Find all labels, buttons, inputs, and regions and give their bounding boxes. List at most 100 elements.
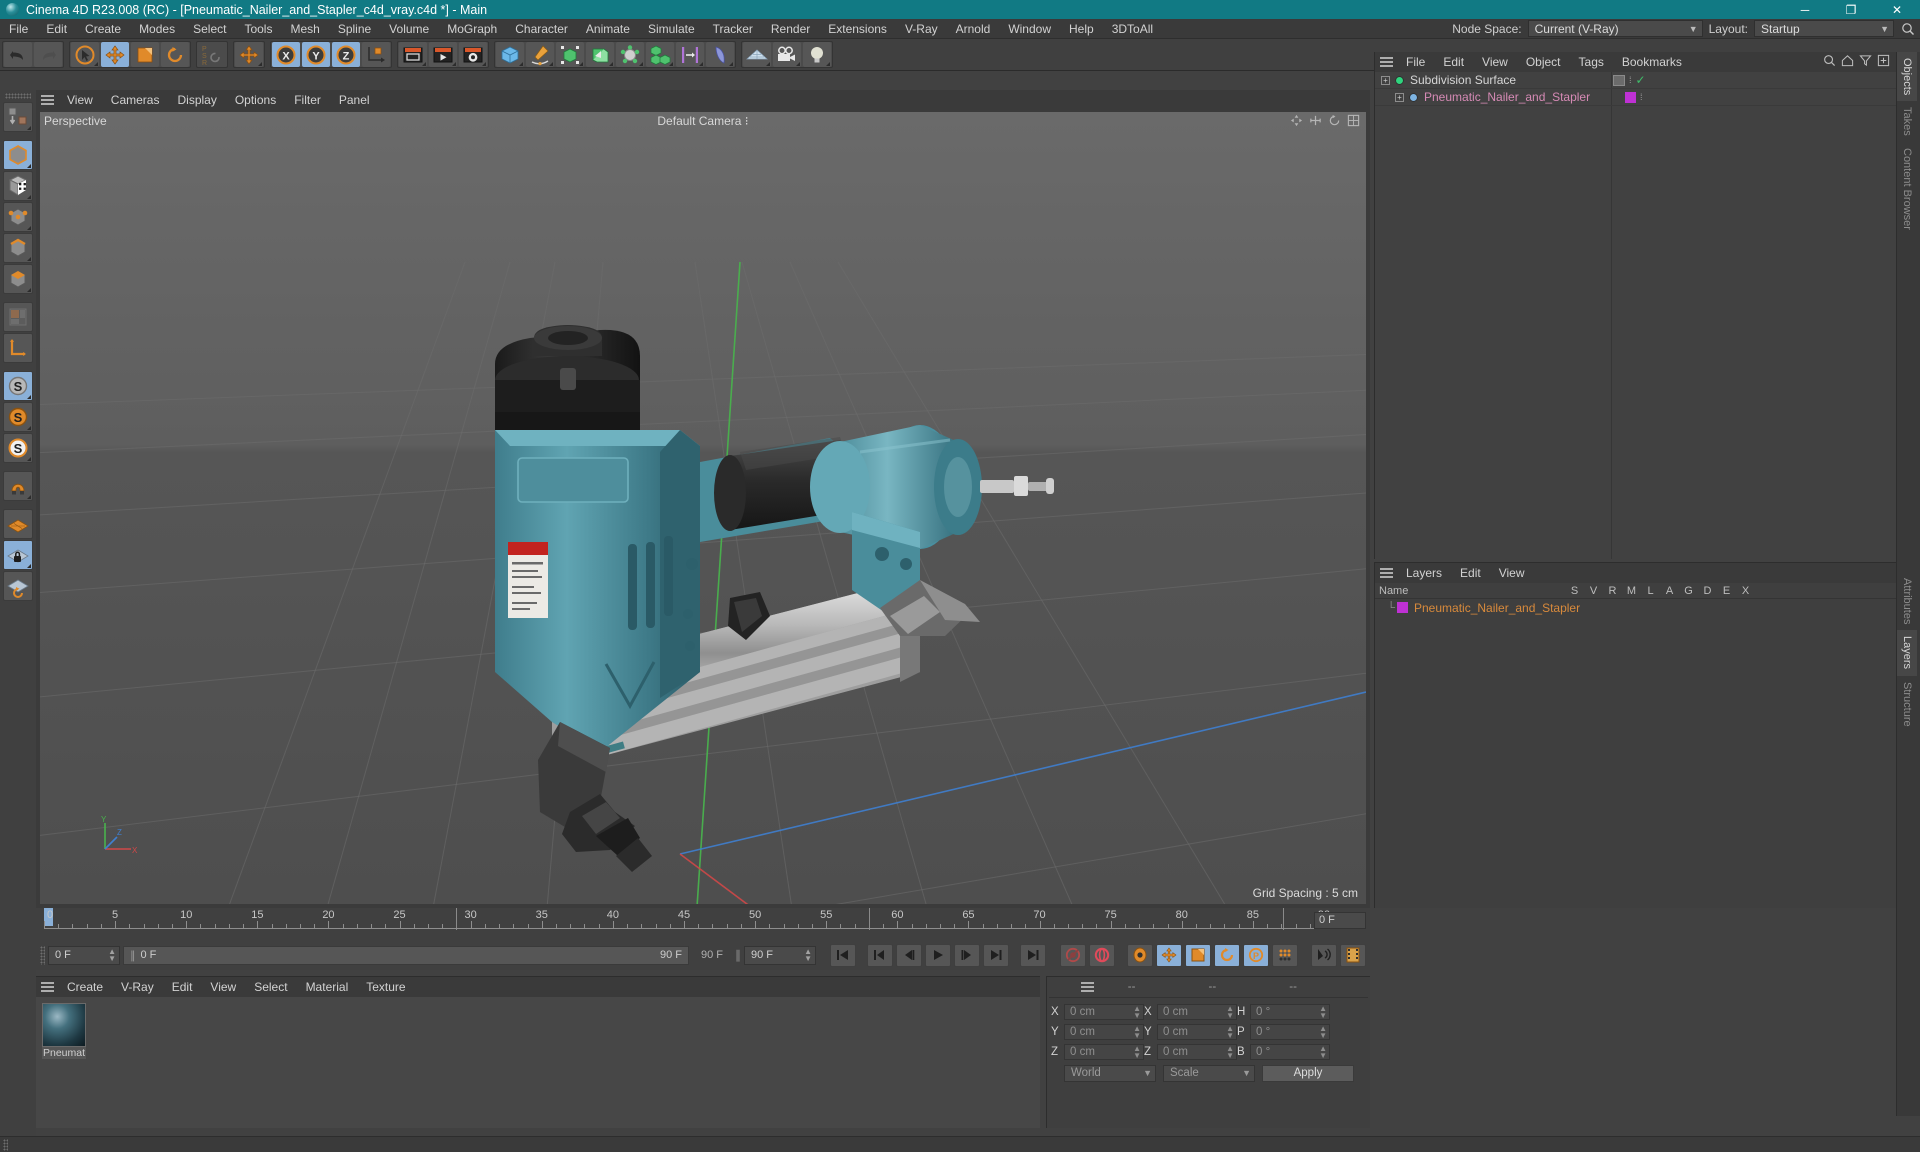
object-menu-bookmarks[interactable]: Bookmarks [1613,52,1691,72]
viewport-menu-filter[interactable]: Filter [285,90,330,110]
material-item[interactable]: Pneumat [42,1003,86,1059]
material-menu-create[interactable]: Create [58,977,112,997]
enable-axis-button[interactable] [235,42,263,67]
range-grip-left-icon[interactable]: ∥ [130,949,136,962]
menu-render[interactable]: Render [762,19,819,39]
snap-quantize-button[interactable]: S [3,402,33,432]
layer-menu-layers[interactable]: Layers [1397,563,1451,583]
render-to-picture-viewer-button[interactable] [429,42,457,67]
menu-tracker[interactable]: Tracker [704,19,762,39]
dock-tab-objects[interactable]: Objects [1897,52,1917,102]
add-layout-icon[interactable] [1877,54,1890,70]
maximize-button[interactable]: ❐ [1828,0,1874,19]
menu-arnold[interactable]: Arnold [947,19,1000,39]
lock-workplane-button[interactable] [3,540,33,570]
menu-volume[interactable]: Volume [380,19,438,39]
node-space-dropdown[interactable]: Current (V-Ray) ▼ [1527,20,1703,37]
lock-y-axis-button[interactable]: Y [302,42,330,67]
palette-grip[interactable] [5,93,31,99]
layer-color-swatch[interactable] [1397,602,1408,613]
object-menu-file[interactable]: File [1397,52,1434,72]
menu-animate[interactable]: Animate [577,19,639,39]
apply-button[interactable]: Apply [1262,1064,1354,1082]
menu-mograph[interactable]: MoGraph [438,19,506,39]
status-bar-grip[interactable] [3,1138,8,1151]
enabled-check-icon[interactable]: ✓ [1636,73,1646,87]
object-tree[interactable]: + Subdivision Surface ⁞ ✓ + Pneumatic_Nailer_… [1375,72,1896,559]
key-parameter-button[interactable]: P [1243,943,1269,967]
add-generator-button[interactable] [556,42,584,67]
points-mode-button[interactable] [3,202,33,232]
go-to-previous-key-button[interactable] [867,943,893,967]
viewport-menu-display[interactable]: Display [168,90,225,110]
menu-3dtoall[interactable]: 3DToAll [1103,19,1162,39]
workplane-button[interactable] [3,509,33,539]
add-cloth-button[interactable] [706,42,734,67]
size-x-field[interactable]: 0 cm ▲ ▼ [1157,1004,1237,1020]
menu-simulate[interactable]: Simulate [639,19,704,39]
go-to-end-button[interactable] [1020,943,1046,967]
dock-tab-takes[interactable]: Takes [1897,101,1917,142]
undo-button[interactable] [4,42,32,67]
preview-range-bar[interactable]: ∥ 0 F 90 F [123,945,689,965]
material-menu-material[interactable]: Material [297,977,358,997]
dock-tab-content-browser[interactable]: Content Browser [1897,142,1917,236]
layer-manager-hamburger-icon[interactable] [1375,563,1397,583]
dock-tab-structure[interactable]: Structure [1897,676,1917,733]
texture-mode-button[interactable] [3,171,33,201]
redo-button[interactable] [34,42,62,67]
close-button[interactable]: ✕ [1874,0,1920,19]
object-tag-area[interactable]: ⁞ ✓ [1613,73,1646,87]
autokeying-button[interactable] [1089,943,1115,967]
viewport-menu-cameras[interactable]: Cameras [102,90,169,110]
select-tool-button[interactable] [71,42,99,67]
layer-row[interactable]: └ Pneumatic_Nailer_and_Stapler [1375,599,1896,616]
menu-tools[interactable]: Tools [235,19,281,39]
rotation-b-field[interactable]: 0 ° ▲ ▼ [1250,1044,1330,1060]
snap-enable-button[interactable]: S [3,371,33,401]
add-camera-button[interactable] [773,42,801,67]
menu-edit[interactable]: Edit [37,19,76,39]
material-list[interactable]: Pneumat [36,997,1040,1128]
timeline-current-frame-field[interactable]: 0 F [1314,912,1366,929]
polygons-mode-button[interactable] [3,264,33,294]
model-mode-button[interactable] [3,140,33,170]
material-manager-hamburger-icon[interactable] [36,977,58,997]
viewport-menu-panel[interactable]: Panel [330,90,379,110]
menu-help[interactable]: Help [1060,19,1103,39]
filter-icon[interactable] [1859,54,1872,70]
expand-toggle-icon[interactable]: + [1395,92,1404,102]
menu-character[interactable]: Character [506,19,577,39]
display-tag-icon[interactable] [1613,74,1625,86]
add-cube-button[interactable] [496,42,524,67]
object-menu-object[interactable]: Object [1517,52,1570,72]
add-deformer-button[interactable] [586,42,614,67]
add-floor-button[interactable] [743,42,771,67]
viewport-menu-hamburger-icon[interactable] [36,90,58,110]
render-view-button[interactable] [399,42,427,67]
current-frame-input[interactable]: 0 F ▲ ▼ [48,945,120,965]
search-icon[interactable] [1900,21,1916,37]
menu-spline[interactable]: Spline [329,19,380,39]
workplane-rotate-button[interactable] [3,571,33,601]
go-to-next-key-button[interactable] [983,943,1009,967]
layer-menu-view[interactable]: View [1490,563,1534,583]
menu-window[interactable]: Window [999,19,1060,39]
add-mograph-button[interactable] [646,42,674,67]
lock-z-axis-button[interactable]: Z [332,42,360,67]
material-menu-edit[interactable]: Edit [163,977,202,997]
render-settings-button[interactable] [459,42,487,67]
material-menu-select[interactable]: Select [245,977,296,997]
material-menu-texture[interactable]: Texture [357,977,414,997]
point-level-animation-button[interactable] [1272,943,1298,967]
rotation-p-field[interactable]: 0 ° ▲ ▼ [1250,1024,1330,1040]
lock-x-axis-button[interactable]: X [272,42,300,67]
document-end-frame-input[interactable]: 90 F ▲ ▼ [744,945,816,965]
object-tag-area[interactable]: ⁞ [1625,91,1643,103]
coordinates-hamburger-icon[interactable] [1047,977,1128,997]
menu-modes[interactable]: Modes [130,19,184,39]
uv-mode-button[interactable] [3,302,33,332]
size-z-field[interactable]: 0 cm ▲ ▼ [1157,1044,1237,1060]
position-x-field[interactable]: 0 cm ▲ ▼ [1064,1004,1144,1020]
add-spline-button[interactable] [526,42,554,67]
